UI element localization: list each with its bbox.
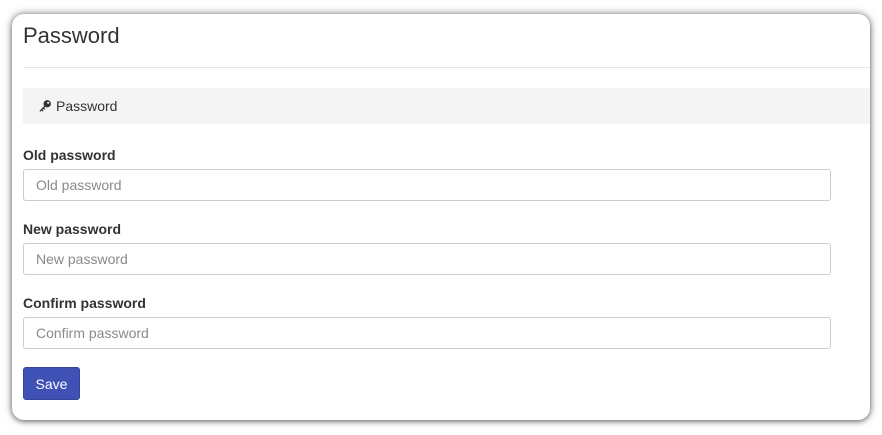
section-label: Password xyxy=(56,98,118,114)
old-password-label: Old password xyxy=(23,147,116,163)
confirm-password-input[interactable] xyxy=(23,317,831,349)
new-password-label: New password xyxy=(23,221,122,237)
section-header: Password xyxy=(23,88,870,124)
password-card: Password Password Old password New passw… xyxy=(12,14,870,420)
old-password-input[interactable] xyxy=(23,169,831,201)
new-password-input[interactable] xyxy=(23,243,831,275)
save-button[interactable]: Save xyxy=(23,367,80,400)
confirm-password-label: Confirm password xyxy=(23,295,146,311)
title-divider xyxy=(23,67,870,68)
key-icon xyxy=(37,98,53,114)
page-title: Password xyxy=(23,23,120,48)
